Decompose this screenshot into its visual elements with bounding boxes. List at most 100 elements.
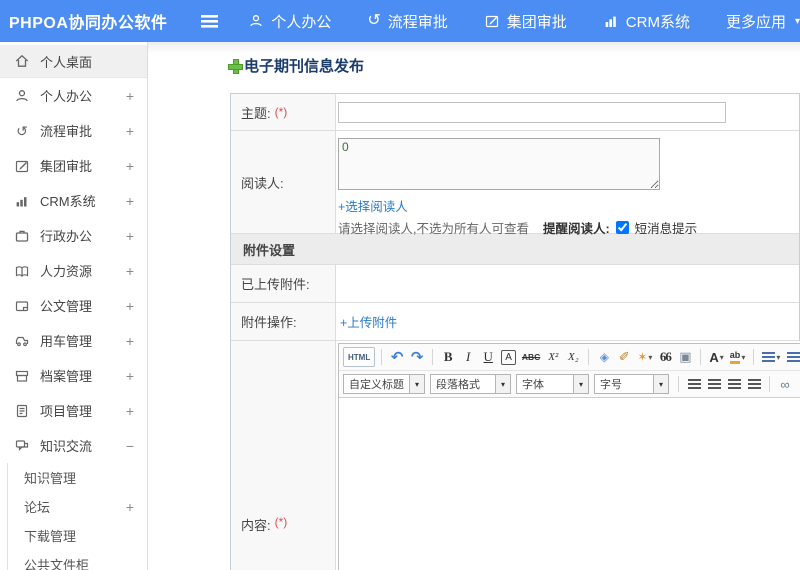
topnav-group-approval[interactable]: 集团审批 bbox=[484, 11, 567, 32]
upload-attachment-link[interactable]: +上传附件 bbox=[340, 312, 397, 331]
readers-textarea[interactable]: 0 bbox=[338, 138, 660, 190]
subscript-button[interactable]: X₂ bbox=[564, 347, 582, 367]
insert-link-icon[interactable]: ∞ bbox=[776, 374, 794, 394]
font-color-button[interactable]: A ▾ bbox=[707, 347, 725, 367]
subject-input[interactable] bbox=[338, 101, 726, 123]
expand-plus[interactable]: + bbox=[126, 499, 134, 515]
hamburger-menu-icon[interactable] bbox=[201, 14, 219, 28]
redo-icon[interactable]: ↷ bbox=[408, 347, 426, 367]
sidebar-item-document-mgmt[interactable]: 公文管理 + bbox=[0, 288, 147, 323]
remove-link-icon[interactable]: ∞ bbox=[796, 374, 800, 394]
sidebar-subitem-download-mgmt[interactable]: 下载管理 bbox=[8, 521, 147, 550]
expand-plus[interactable]: + bbox=[126, 193, 134, 209]
expand-plus[interactable]: + bbox=[126, 368, 134, 384]
sidebar-item-label: 知识交流 bbox=[40, 439, 93, 454]
subject-row: 主题: (*) bbox=[231, 94, 799, 131]
publish-form: 主题: (*) 阅读人: 0 +选择阅读人 请选择阅读人,不选为所有人可查看 提… bbox=[230, 93, 800, 570]
underline-button[interactable]: U bbox=[479, 347, 497, 367]
expand-plus[interactable]: + bbox=[126, 158, 134, 174]
custom-title-select[interactable]: 自定义标题 ▾ bbox=[343, 374, 425, 394]
sidebar-subitem-public-cabinet[interactable]: 公共文件柜 bbox=[8, 550, 147, 570]
process-icon: ↺ bbox=[16, 122, 28, 139]
superscript-button[interactable]: X² bbox=[544, 347, 562, 367]
expand-plus[interactable]: + bbox=[126, 228, 134, 244]
readers-hint: 请选择阅读人,不选为所有人可查看 bbox=[338, 222, 529, 236]
blockquote-button[interactable]: 66 bbox=[656, 347, 674, 367]
sms-remind-label: 短消息提示 bbox=[634, 222, 698, 236]
align-right-icon bbox=[727, 379, 741, 389]
sidebar-item-project-mgmt[interactable]: 项目管理 + bbox=[0, 393, 147, 428]
select-readers-link[interactable]: +选择阅读人 bbox=[338, 200, 408, 214]
sidebar-item-label: 项目管理 bbox=[40, 404, 93, 419]
paragraph-format-select[interactable]: 段落格式 ▾ bbox=[430, 374, 511, 394]
expand-plus[interactable]: + bbox=[126, 88, 134, 104]
align-left-button[interactable] bbox=[685, 374, 703, 394]
sidebar-item-crm[interactable]: CRM系统 + bbox=[0, 183, 147, 218]
unordered-list-button[interactable] bbox=[784, 347, 800, 367]
sidebar-item-archive-mgmt[interactable]: 档案管理 + bbox=[0, 358, 147, 393]
topnav-more-apps[interactable]: 更多应用 ▾ bbox=[726, 11, 800, 32]
sidebar-item-label: 用车管理 bbox=[40, 334, 93, 349]
highlight-color-button[interactable]: ab ▾ bbox=[728, 347, 748, 367]
align-left-icon bbox=[687, 379, 701, 389]
app-window: PHPOA协同办公软件 个人办公 ↺ 流程审批 集团审批 CRM系统 更多应用 … bbox=[0, 0, 800, 570]
editor-toolbar-row2: 自定义标题 ▾ 段落格式 ▾ 字体 ▾ 字号 ▾ ∞ bbox=[339, 371, 800, 398]
sidebar-item-personal-office[interactable]: 个人办公 + bbox=[0, 78, 147, 113]
sidebar-item-label: CRM系统 bbox=[40, 194, 96, 209]
sidebar-item-knowledge-exchange[interactable]: 知识交流 − bbox=[0, 428, 147, 463]
car-icon bbox=[14, 333, 30, 349]
topnav-crm[interactable]: CRM系统 bbox=[603, 11, 690, 32]
editor-toolbar-row1: HTML ↶ ↷ B I U A ABC X² X₂ ◈ ✐ ✶ ▾ 66 ▣ … bbox=[339, 344, 800, 371]
font-style-button[interactable]: A bbox=[501, 349, 516, 365]
sidebar-item-label: 人力资源 bbox=[40, 264, 93, 279]
sidebar-item-label: 集团审批 bbox=[40, 159, 93, 174]
strikethrough-button[interactable]: ABC bbox=[520, 347, 542, 367]
sidebar-subitem-knowledge-mgmt[interactable]: 知识管理 bbox=[8, 463, 147, 492]
align-right-button[interactable] bbox=[725, 374, 743, 394]
chevron-down-icon: ▾ bbox=[794, 15, 800, 27]
sidebar-item-group-approval[interactable]: 集团审批 + bbox=[0, 148, 147, 183]
bold-button[interactable]: B bbox=[439, 347, 457, 367]
ordered-list-button[interactable]: ▾ bbox=[760, 347, 782, 367]
sidebar-subitem-forum[interactable]: 论坛 + bbox=[8, 492, 147, 521]
chevron-down-icon: ▾ bbox=[409, 375, 424, 393]
expand-plus[interactable]: + bbox=[126, 403, 134, 419]
chevron-down-icon: ▾ bbox=[719, 352, 724, 362]
html-source-button[interactable]: HTML bbox=[343, 347, 376, 367]
uploaded-attachments-empty bbox=[336, 265, 799, 302]
topnav-personal-office[interactable]: 个人办公 bbox=[248, 11, 331, 32]
collapse-minus[interactable]: − bbox=[126, 438, 134, 454]
paste-icon[interactable]: ▣ bbox=[676, 347, 694, 367]
font-family-select[interactable]: 字体 ▾ bbox=[516, 374, 589, 394]
sidebar-item-workflow-approval[interactable]: ↺ 流程审批 + bbox=[0, 113, 147, 148]
sidebar-item-hr[interactable]: 人力资源 + bbox=[0, 253, 147, 288]
sidebar-item-admin-office[interactable]: 行政办公 + bbox=[0, 218, 147, 253]
format-brush-icon[interactable]: ✐ bbox=[615, 347, 633, 367]
justify-button[interactable] bbox=[745, 374, 763, 394]
highlighter-icon: ab bbox=[729, 350, 741, 364]
align-center-button[interactable] bbox=[705, 374, 723, 394]
expand-plus[interactable]: + bbox=[126, 263, 134, 279]
top-nav: 个人办公 ↺ 流程审批 集团审批 CRM系统 更多应用 ▾ bbox=[248, 11, 800, 32]
sidebar-item-label: 公文管理 bbox=[40, 299, 93, 314]
sidebar-item-vehicle-mgmt[interactable]: 用车管理 + bbox=[0, 323, 147, 358]
italic-button[interactable]: I bbox=[459, 347, 477, 367]
auto-typeset-button[interactable]: ✶ ▾ bbox=[635, 347, 654, 367]
expand-plus[interactable]: + bbox=[126, 123, 134, 139]
undo-icon[interactable]: ↶ bbox=[388, 347, 406, 367]
sms-remind-checkbox[interactable] bbox=[615, 221, 629, 234]
page-title: 电子期刊信息发布 bbox=[244, 58, 365, 75]
topnav-label: 集团审批 bbox=[506, 13, 567, 31]
content-label: 内容: bbox=[241, 518, 271, 533]
font-size-select[interactable]: 字号 ▾ bbox=[594, 374, 669, 394]
expand-plus[interactable]: + bbox=[126, 333, 134, 349]
editor-content-area[interactable] bbox=[339, 398, 800, 570]
expand-plus[interactable]: + bbox=[126, 298, 134, 314]
chevron-down-icon: ▾ bbox=[653, 375, 668, 393]
remove-format-icon[interactable]: ◈ bbox=[595, 347, 613, 367]
sidebar-item-desktop[interactable]: 个人桌面 bbox=[0, 45, 147, 78]
topnav-workflow-approval[interactable]: ↺ 流程审批 bbox=[367, 11, 447, 32]
sidebar-item-label: 下载管理 bbox=[24, 529, 77, 544]
chevron-down-icon: ▾ bbox=[573, 375, 588, 393]
sidebar-item-label: 论坛 bbox=[24, 500, 51, 515]
